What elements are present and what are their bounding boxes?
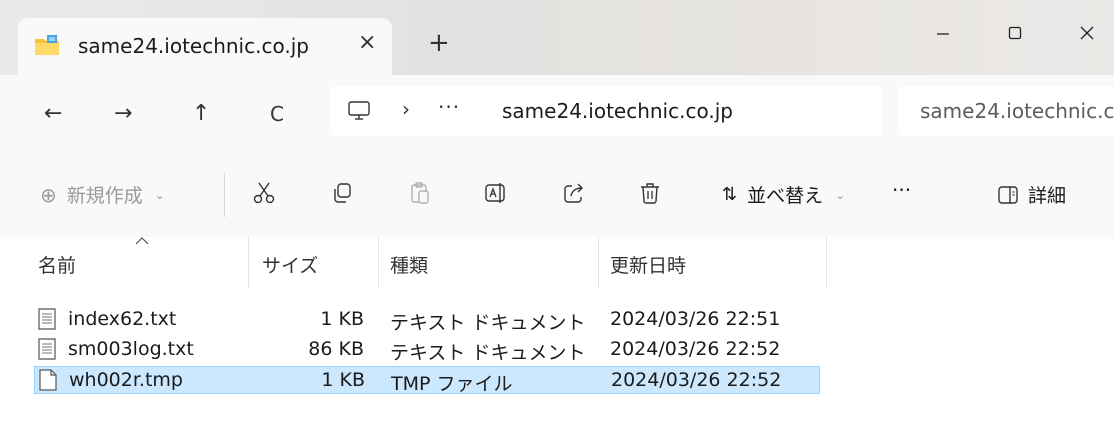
close-icon — [1080, 26, 1094, 40]
cut-icon[interactable] — [252, 181, 276, 205]
file-name: wh002r.tmp — [69, 369, 183, 391]
search-input[interactable]: same24.iotechnic.co.jp — [898, 86, 1114, 136]
column-divider[interactable] — [248, 237, 249, 289]
minimize-button[interactable] — [928, 18, 958, 48]
file-row-selected[interactable]: wh002r.tmp 1 KB TMP ファイル 2024/03/26 22:5… — [34, 366, 820, 395]
computer-icon — [348, 101, 370, 120]
toolbar-divider — [224, 173, 225, 217]
file-name: sm003log.txt — [68, 338, 194, 360]
up-button[interactable]: ↑ — [192, 103, 210, 125]
tab-close-button[interactable]: × — [358, 30, 376, 55]
column-divider[interactable] — [378, 237, 379, 289]
plus-circle-icon: ⊕ — [40, 182, 57, 207]
file-name: index62.txt — [68, 308, 177, 330]
details-label: 詳細 — [1028, 185, 1067, 207]
minimize-icon — [937, 33, 949, 35]
file-list: 名前 サイズ 種類 更新日時 index62.txt 1 KB テキスト ドキュ… — [0, 237, 1114, 425]
delete-icon[interactable] — [638, 181, 662, 205]
close-button[interactable] — [1072, 18, 1102, 48]
more-options-button[interactable]: ··· — [892, 178, 911, 202]
new-button[interactable]: ⊕ 新規作成 ⌄ — [40, 181, 165, 208]
column-divider[interactable] — [598, 237, 599, 289]
tab-title: same24.iotechnic.co.jp — [78, 34, 309, 58]
file-size: 1 KB — [320, 308, 364, 330]
chevron-right-icon[interactable]: › — [402, 97, 410, 121]
title-bar: same24.iotechnic.co.jp × + — [0, 0, 1114, 75]
details-pane-icon — [998, 185, 1018, 204]
file-type: テキスト ドキュメント — [390, 342, 586, 364]
file-modified: 2024/03/26 22:51 — [610, 308, 781, 330]
column-header-type[interactable]: 種類 — [390, 251, 428, 278]
rename-icon[interactable] — [484, 181, 508, 205]
sort-ascending-icon — [135, 237, 149, 245]
column-divider[interactable] — [826, 237, 827, 289]
breadcrumb-current[interactable]: same24.iotechnic.co.jp — [502, 99, 733, 123]
file-row[interactable]: index62.txt 1 KB テキスト ドキュメント 2024/03/26 … — [34, 306, 820, 334]
file-type: テキスト ドキュメント — [390, 312, 586, 334]
sort-button[interactable]: ⇅ 並べ替え ⌄ — [722, 181, 845, 208]
column-header-size[interactable]: サイズ — [262, 251, 318, 278]
back-button[interactable]: ← — [44, 103, 62, 125]
maximize-button[interactable] — [1000, 18, 1030, 48]
share-icon[interactable] — [562, 181, 586, 205]
file-modified: 2024/03/26 22:52 — [611, 369, 782, 391]
new-tab-button[interactable]: + — [428, 30, 450, 56]
copy-icon[interactable] — [330, 181, 354, 205]
file-size: 1 KB — [321, 369, 365, 391]
folder-icon — [35, 35, 59, 55]
paste-icon[interactable] — [408, 181, 432, 205]
text-file-icon — [38, 308, 56, 330]
file-modified: 2024/03/26 22:52 — [610, 338, 781, 360]
column-header-modified[interactable]: 更新日時 — [610, 251, 686, 278]
chevron-down-icon: ⌄ — [835, 187, 846, 202]
text-file-icon — [38, 338, 56, 360]
file-row[interactable]: sm003log.txt 86 KB テキスト ドキュメント 2024/03/2… — [34, 336, 820, 364]
column-header-name[interactable]: 名前 — [38, 251, 76, 278]
breadcrumb-overflow-button[interactable]: ··· — [438, 95, 460, 119]
tab-active[interactable]: same24.iotechnic.co.jp × — [18, 18, 392, 75]
sort-icon: ⇅ — [722, 184, 738, 205]
details-button[interactable]: 詳細 — [998, 181, 1066, 208]
file-type: TMP ファイル — [391, 373, 513, 395]
file-size: 86 KB — [308, 338, 364, 360]
chevron-down-icon: ⌄ — [154, 187, 165, 202]
address-bar[interactable]: › ··· same24.iotechnic.co.jp — [330, 86, 882, 136]
command-bar: ⊕ 新規作成 ⌄ ⇅ 並べ替え ⌄ ··· 詳細 — [0, 151, 1114, 237]
search-placeholder: same24.iotechnic.co.jp — [920, 99, 1114, 123]
sort-label: 並べ替え — [747, 185, 824, 207]
new-label: 新規作成 — [66, 185, 143, 207]
navigation-bar: ← → ↑ C › ··· same24.iotechnic.co.jp sam… — [0, 75, 1114, 151]
refresh-button[interactable]: C — [270, 104, 284, 124]
forward-button[interactable]: → — [114, 103, 132, 125]
blank-file-icon — [39, 369, 57, 391]
maximize-icon — [1008, 26, 1022, 40]
